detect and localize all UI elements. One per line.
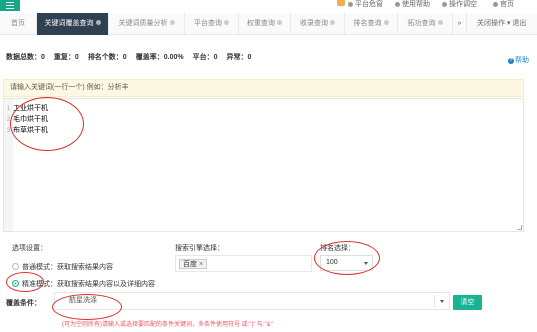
condition-input[interactable]: 航星洗涤 bbox=[54, 292, 450, 310]
tab-home[interactable]: 首页 bbox=[0, 13, 37, 35]
user-icon bbox=[493, 1, 498, 7]
close-icon[interactable] bbox=[330, 19, 335, 25]
stat-total: 数据总数：0 bbox=[6, 54, 45, 61]
stats-summary: 数据总数：0 重复：0 排名个数：0 覆盖率：0.00% 平台：0 异常：0 bbox=[6, 52, 260, 62]
topbar-tool-platform[interactable]: 平台危窗 bbox=[348, 0, 383, 9]
options-title: 选项设置： bbox=[12, 245, 47, 252]
condition-label: 覆盖条件： bbox=[6, 300, 41, 307]
tab-weight-query[interactable]: 权重查询 bbox=[239, 13, 291, 35]
question-icon bbox=[395, 1, 400, 7]
gear-icon bbox=[442, 1, 447, 7]
close-icon[interactable] bbox=[383, 19, 389, 25]
engine-chip-baidu: 百度 × bbox=[179, 259, 208, 269]
close-icon[interactable] bbox=[277, 19, 282, 25]
tab-extend-query[interactable]: 拓功查询 bbox=[398, 13, 453, 35]
menu-toggle-button[interactable] bbox=[0, 0, 20, 11]
help-icon: ? bbox=[508, 58, 514, 64]
editor-line: 1 工业烘干机 bbox=[6, 105, 48, 112]
resize-handle[interactable] bbox=[517, 225, 522, 230]
stat-abnormal: 异常：0 bbox=[226, 54, 252, 61]
rank-label: 排名选择： bbox=[320, 245, 355, 252]
rank-select[interactable]: 100 bbox=[320, 255, 373, 271]
chevron-down-icon bbox=[364, 262, 368, 265]
tab-scroll-right-button[interactable]: » bbox=[453, 13, 467, 35]
tab-rank-query[interactable]: 排名查询 bbox=[345, 13, 398, 35]
notification-icon[interactable] bbox=[337, 0, 345, 6]
radio-exact-mode[interactable]: 精准模式：获取搜索结果内容以及详细内容 bbox=[12, 279, 155, 289]
logout-link[interactable]: 退出 bbox=[512, 20, 526, 27]
tab-bar: 首页 关键词覆盖查询 关键词质量分析 平台查询 权重查询 收录查询 排名查询 拓… bbox=[0, 13, 537, 35]
close-icon[interactable] bbox=[169, 19, 175, 25]
chip-remove-icon[interactable]: × bbox=[199, 261, 203, 268]
stat-rank-count: 排名个数：0 bbox=[87, 54, 127, 61]
editor-line: 3 布草烘干机 bbox=[6, 127, 48, 134]
topbar-tool-user[interactable]: 官页 bbox=[493, 0, 514, 9]
condition-hint: (可为空则所有)请输入或选择要匹配的条件关键词，多条件使用符号 或:"|" 与:… bbox=[62, 322, 273, 328]
keyword-hint-bar: 请输入关键词(一行一个) 例如：分析丰 bbox=[3, 79, 524, 97]
help-link[interactable]: ? 帮助 bbox=[508, 55, 529, 65]
chevron-down-icon[interactable] bbox=[440, 300, 444, 303]
tab-operations-menu[interactable]: 关闭操作 ▾ 退出 bbox=[467, 13, 537, 35]
stat-duplicate: 重复：0 bbox=[53, 54, 79, 61]
tab-keyword-quality[interactable]: 关键词质量分析 bbox=[109, 13, 185, 35]
keyword-textarea[interactable]: 1 工业烘干机 2 毛巾烘干机 3 布草烘干机 bbox=[3, 98, 524, 232]
tab-platform-query[interactable]: 平台查询 bbox=[185, 13, 239, 35]
radio-icon[interactable] bbox=[12, 262, 19, 270]
close-icon[interactable] bbox=[437, 19, 443, 25]
topbar-tool-help[interactable]: 使用帮助 bbox=[395, 0, 430, 9]
stat-coverage: 覆盖率：0.00% bbox=[135, 54, 184, 61]
topbar-tool-settings[interactable]: 操作调空 bbox=[442, 0, 477, 9]
top-toolbar: 平台危窗 使用帮助 操作调空 官页 bbox=[0, 0, 537, 11]
stat-platform: 平台：0 bbox=[192, 54, 218, 61]
clear-button[interactable]: 清空 bbox=[453, 295, 482, 310]
editor-line: 2 毛巾烘干机 bbox=[6, 116, 48, 123]
tab-keyword-coverage[interactable]: 关键词覆盖查询 bbox=[37, 13, 109, 35]
bell-icon bbox=[348, 1, 353, 7]
engine-multiselect[interactable]: 百度 × bbox=[175, 255, 312, 272]
close-icon[interactable] bbox=[95, 19, 101, 25]
tab-index-query[interactable]: 收录查询 bbox=[291, 13, 345, 35]
close-icon[interactable] bbox=[224, 19, 229, 25]
radio-normal-mode[interactable]: 普通模式：获取搜索结果内容 bbox=[12, 262, 113, 272]
radio-icon-selected[interactable] bbox=[12, 279, 19, 287]
engine-label: 搜索引擎选择： bbox=[175, 245, 224, 252]
